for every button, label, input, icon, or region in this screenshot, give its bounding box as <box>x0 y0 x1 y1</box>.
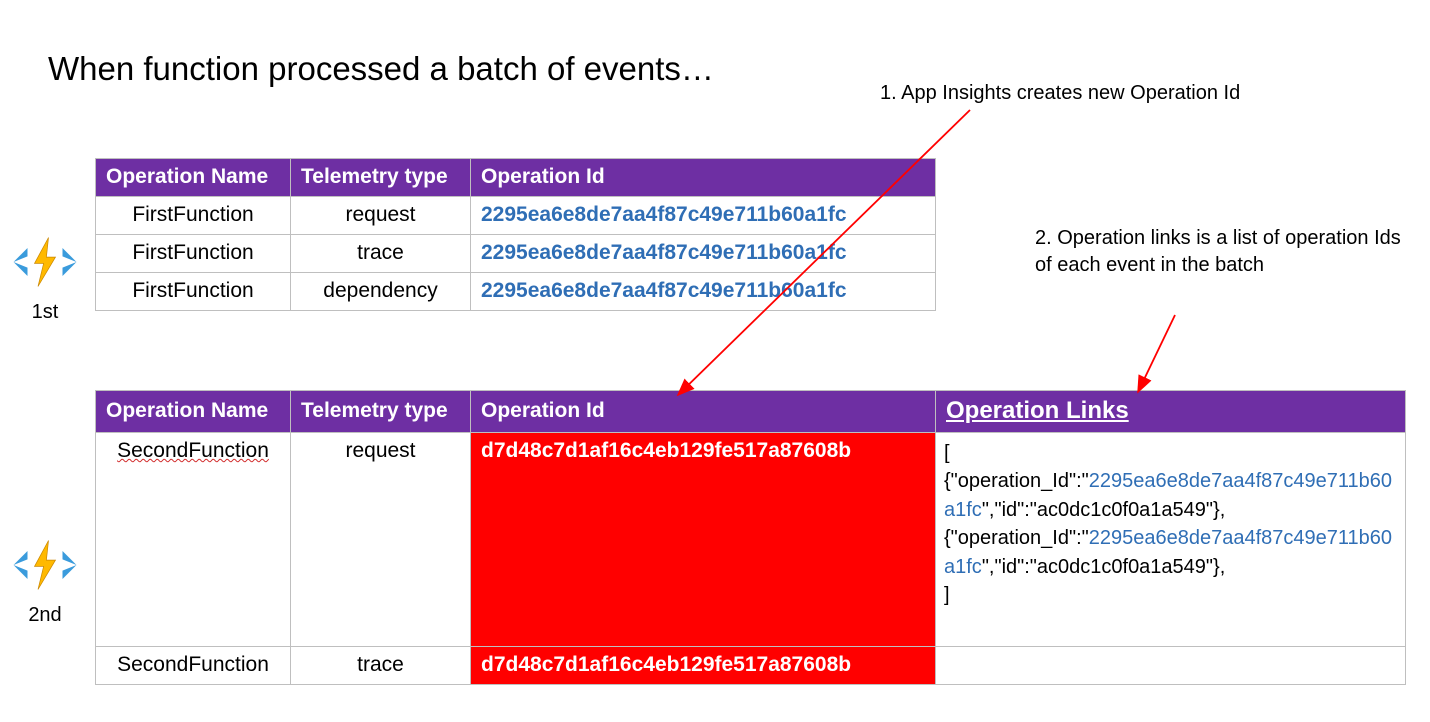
cell-telemetry-type: trace <box>291 235 471 273</box>
links-frag: ","id":"ac0dc1c0f0a1a549"}, <box>982 556 1225 578</box>
table-row: SecondFunction request d7d48c7d1af16c4eb… <box>96 433 1406 647</box>
telemetry-table-first-function: Operation Name Telemetry type Operation … <box>95 158 936 311</box>
links-open: [ <box>944 442 950 464</box>
cell-operation-name: SecondFunction <box>96 433 291 647</box>
header-operation-name: Operation Name <box>96 391 291 433</box>
cell-telemetry-type: request <box>291 197 471 235</box>
table-row: FirstFunction dependency 2295ea6e8de7aa4… <box>96 273 936 311</box>
cell-operation-name: FirstFunction <box>96 273 291 311</box>
cell-operation-id: 2295ea6e8de7aa4f87c49e711b60a1fc <box>471 273 936 311</box>
header-operation-name: Operation Name <box>96 159 291 197</box>
header-operation-id: Operation Id <box>471 159 936 197</box>
table-header-row: Operation Name Telemetry type Operation … <box>96 159 936 197</box>
links-frag: ","id":"ac0dc1c0f0a1a549"}, <box>982 499 1225 521</box>
cell-operation-links: [ {"operation_Id":"2295ea6e8de7aa4f87c49… <box>936 433 1406 647</box>
cell-operation-name: FirstFunction <box>96 235 291 273</box>
lightning-icon <box>10 535 80 595</box>
links-frag: {"operation_Id":" <box>944 527 1089 549</box>
links-frag: {"operation_Id":" <box>944 470 1089 492</box>
cell-operation-id-highlight: d7d48c7d1af16c4eb129fe517a87608b <box>471 433 936 647</box>
header-telemetry-type: Telemetry type <box>291 159 471 197</box>
cell-operation-id-highlight: d7d48c7d1af16c4eb129fe517a87608b <box>471 647 936 685</box>
telemetry-table-second-function: Operation Name Telemetry type Operation … <box>95 390 1406 685</box>
header-operation-id: Operation Id <box>471 391 936 433</box>
cell-telemetry-type: request <box>291 433 471 647</box>
azure-function-icon-1st: 1st <box>10 232 80 324</box>
table-row: FirstFunction trace 2295ea6e8de7aa4f87c4… <box>96 235 936 273</box>
annotation-operation-links: 2. Operation links is a list of operatio… <box>1035 225 1415 279</box>
cell-text: SecondFunction <box>117 439 269 462</box>
annotation-new-operation-id: 1. App Insights creates new Operation Id <box>880 80 1240 107</box>
icon-label-1st: 1st <box>10 301 80 324</box>
slide-title: When function processed a batch of event… <box>48 50 714 88</box>
icon-label-2nd: 2nd <box>10 604 80 627</box>
table-row: SecondFunction trace d7d48c7d1af16c4eb12… <box>96 647 1406 685</box>
cell-operation-name: FirstFunction <box>96 197 291 235</box>
cell-operation-id: 2295ea6e8de7aa4f87c49e711b60a1fc <box>471 235 936 273</box>
azure-function-icon-2nd: 2nd <box>10 535 80 627</box>
links-close: ] <box>944 584 950 606</box>
cell-operation-name: SecondFunction <box>96 647 291 685</box>
header-operation-links: Operation Links <box>936 391 1406 433</box>
cell-operation-id: 2295ea6e8de7aa4f87c49e711b60a1fc <box>471 197 936 235</box>
table-row: FirstFunction request 2295ea6e8de7aa4f87… <box>96 197 936 235</box>
cell-telemetry-type: trace <box>291 647 471 685</box>
header-telemetry-type: Telemetry type <box>291 391 471 433</box>
arrow-to-operation-links <box>1138 315 1175 392</box>
cell-operation-links-empty <box>936 647 1406 685</box>
cell-telemetry-type: dependency <box>291 273 471 311</box>
lightning-icon <box>10 232 80 292</box>
table-header-row: Operation Name Telemetry type Operation … <box>96 391 1406 433</box>
